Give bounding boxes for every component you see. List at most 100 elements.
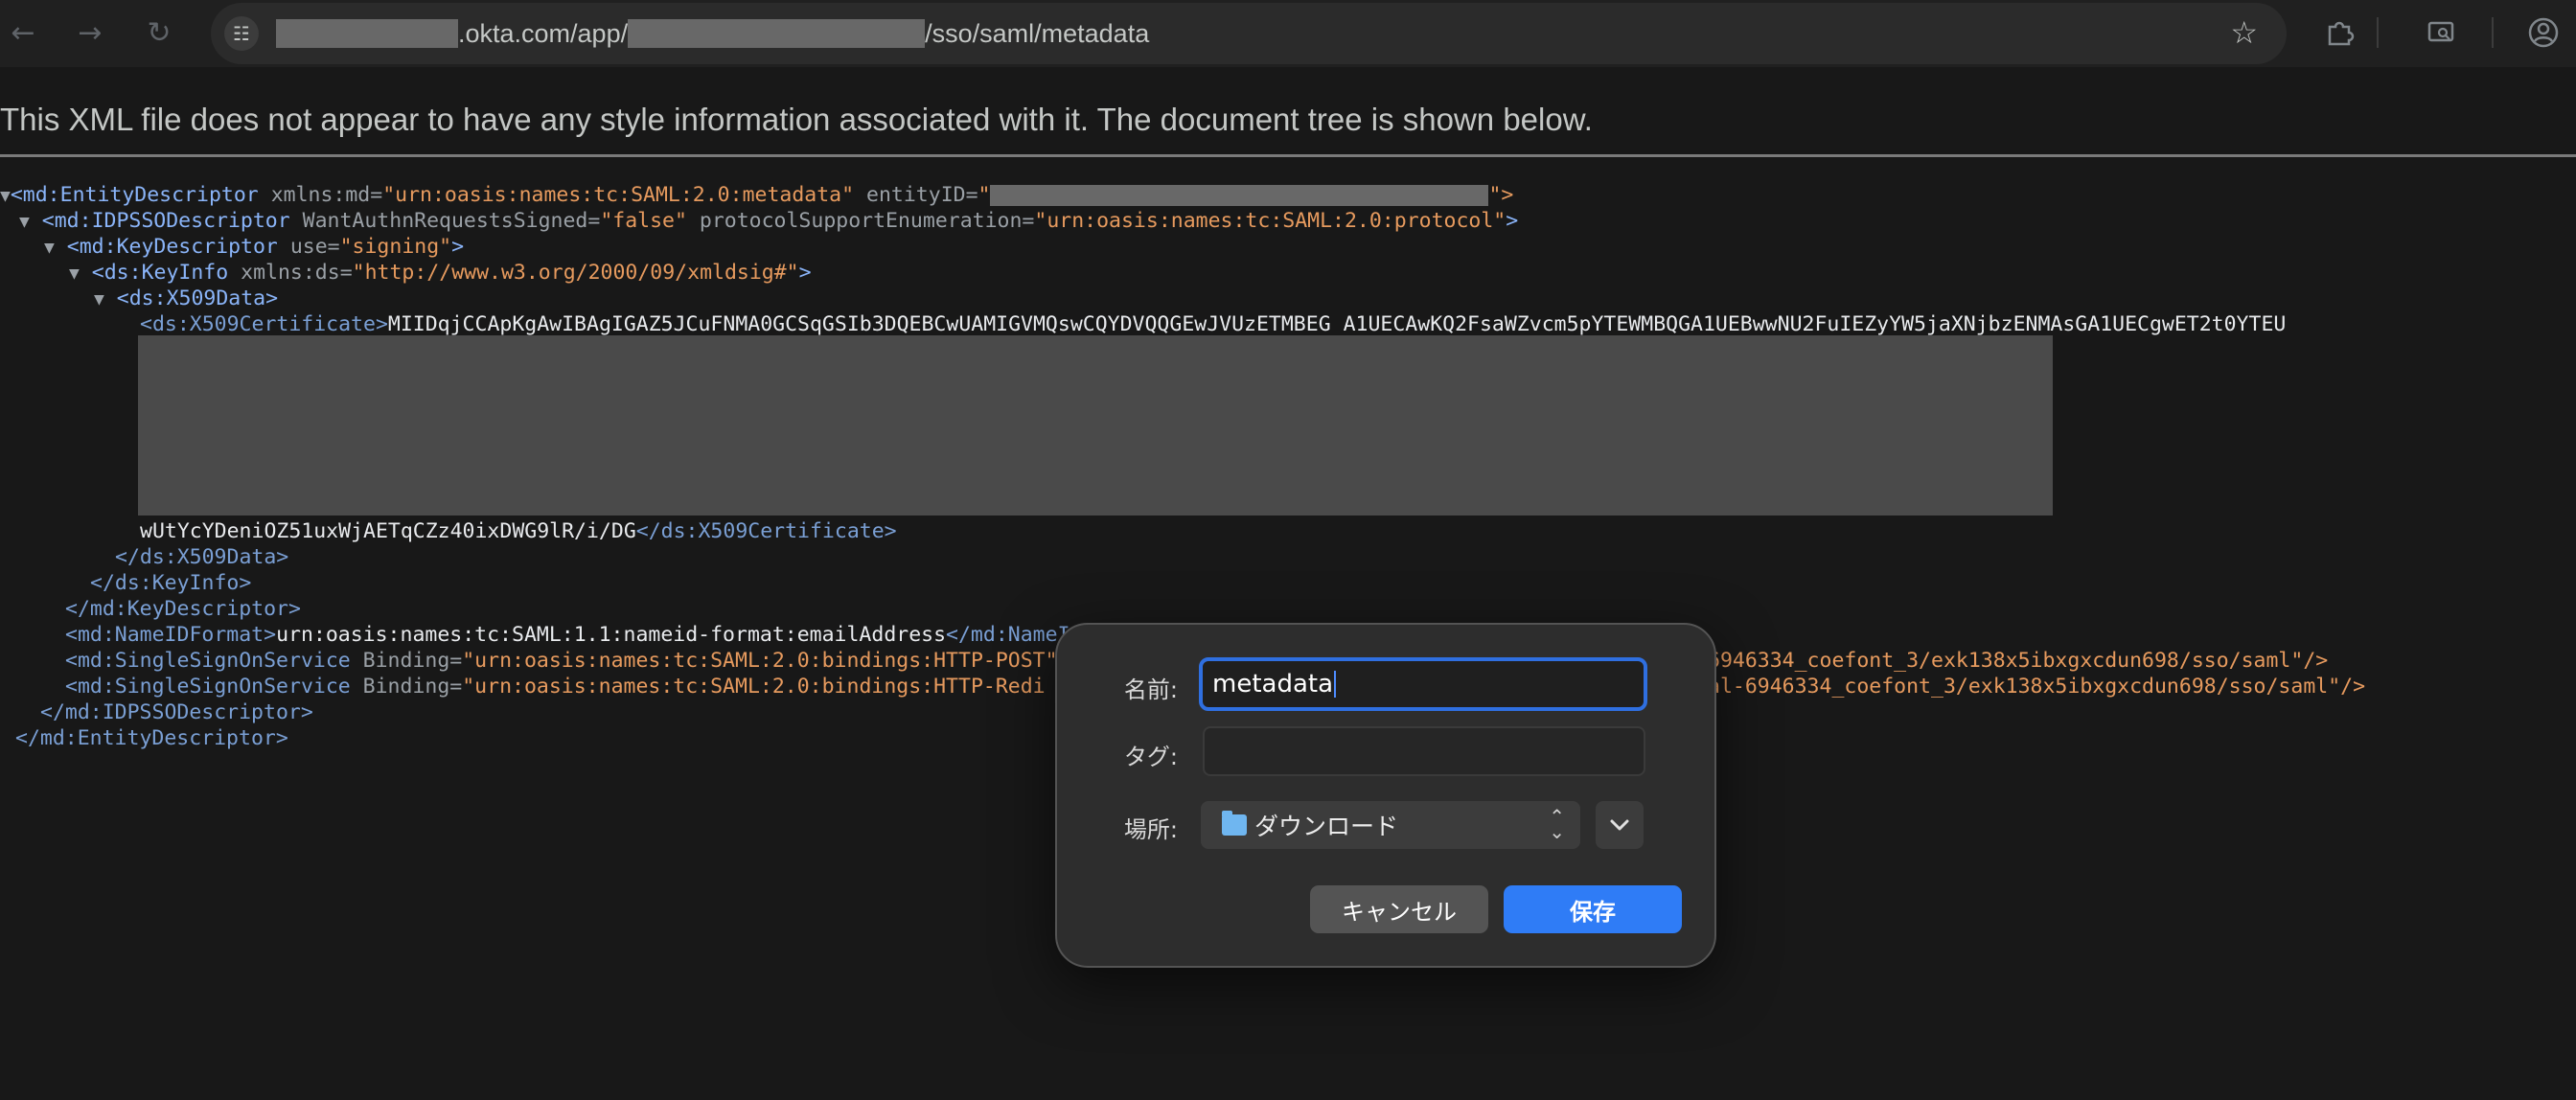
- xml-line: <ds:X509Certificate>MIIDqjCCApKgAwIBAgIG…: [140, 311, 2286, 337]
- xml-tag: <ds:X509Certificate>: [140, 312, 388, 336]
- xml-line: <md:NameIDFormat>urn:oasis:names:tc:SAML…: [65, 622, 1070, 648]
- xml-tag: <md:IDPSSODescriptor: [41, 209, 290, 233]
- xml-line: </md:KeyDescriptor>: [65, 596, 301, 622]
- folder-icon: [1222, 811, 1247, 836]
- xml-style-notice: This XML file does not appear to have an…: [0, 102, 1593, 137]
- xml-line: ▼ <ds:X509Data>: [94, 286, 278, 311]
- xml-tag: </ds:KeyInfo>: [90, 571, 252, 595]
- xml-line: wUtYcYDeniOZ51uxWjAETqCZz40ixDWG9lR/i/DG…: [140, 518, 897, 544]
- xml-tag: <md:KeyDescriptor: [66, 235, 278, 259]
- collapse-triangle-icon[interactable]: ▼: [0, 186, 11, 206]
- xml-value: "urn:oasis:names:tc:SAML:2.0:bindings:HT…: [462, 675, 1046, 699]
- xml-value: "signing": [339, 235, 452, 259]
- xml-value: "false": [600, 209, 687, 233]
- url-path: /sso/saml/metadata: [925, 18, 1150, 48]
- arrow-right-icon[interactable]: →: [71, 15, 109, 50]
- collapse-triangle-icon[interactable]: ▼: [19, 212, 30, 232]
- xml-value: "urn:oasis:names:tc:SAML:2.0:bindings:HT…: [462, 649, 1058, 673]
- xml-tag: </ds:X509Data>: [115, 545, 289, 569]
- text-caret: [1334, 671, 1337, 698]
- xml-attr: use=: [289, 235, 340, 259]
- certificate-text: MIIDqjCCApKgAwIBAgIGAZ5JCuFNMA0GCSqGSIb3…: [387, 312, 2287, 336]
- chevron-down-icon: [1610, 819, 1629, 831]
- xml-line: <md:SingleSignOnService Binding="urn:oas…: [65, 648, 1058, 674]
- xml-attr: WantAuthnRequestsSigned=: [302, 209, 601, 233]
- xml-line: <md:SingleSignOnService Binding="urn:oas…: [65, 674, 1046, 699]
- xml-tag: </md:EntityDescriptor>: [15, 726, 288, 750]
- xml-tag: <md:SingleSignOnService: [65, 675, 351, 699]
- expand-dialog-button[interactable]: [1596, 801, 1644, 849]
- xml-line: ▼ <md:KeyDescriptor use="signing">: [44, 234, 464, 260]
- browser-toolbar: ← → ↻ ☷ .okta.com/app/ /sso/saml/metadat…: [0, 0, 2576, 67]
- cast-search-icon[interactable]: [2422, 13, 2460, 52]
- collapse-triangle-icon[interactable]: ▼: [69, 264, 80, 284]
- certificate-text: wUtYcYDeniOZ51uxWjAETqCZz40ixDWG9lR/i/DG: [140, 519, 636, 543]
- xml-tag: <md:NameIDFormat>: [65, 623, 277, 647]
- xml-tag: >: [451, 235, 465, 259]
- xml-attr: protocolSupportEnumeration=: [699, 209, 1035, 233]
- xml-value: ">: [1488, 183, 1514, 207]
- xml-value: al-6946334_coefont_3/exk138x5ibxgxcdun69…: [1708, 675, 2366, 699]
- xml-tag: </md:IDPSSODescriptor>: [40, 700, 313, 724]
- cancel-button[interactable]: キャンセル: [1310, 885, 1488, 933]
- toolbar-divider: [2377, 17, 2379, 48]
- xml-attr: Binding=: [362, 675, 463, 699]
- xml-attr: Binding=: [362, 649, 463, 673]
- xml-attr: entityID=: [866, 183, 978, 207]
- xml-line: ▼<md:EntityDescriptor xmlns:md="urn:oasi…: [0, 182, 1513, 208]
- toolbar-divider: [2492, 17, 2494, 48]
- address-bar[interactable]: ☷ .okta.com/app/ /sso/saml/metadata ☆: [211, 3, 2287, 64]
- xml-tag: <md:EntityDescriptor: [10, 183, 259, 207]
- location-value: ダウンロード: [1254, 813, 1399, 840]
- tune-icon[interactable]: ☷: [224, 16, 259, 51]
- filename-input[interactable]: metadata: [1199, 657, 1647, 711]
- xml-line: </md:IDPSSODescriptor>: [40, 699, 313, 725]
- filename-value: metadata: [1212, 670, 1334, 699]
- url-domain: .okta.com/app/: [458, 18, 629, 48]
- collapse-triangle-icon[interactable]: ▼: [94, 289, 104, 309]
- location-select[interactable]: ダウンロード ⌃ ⌄: [1201, 801, 1580, 849]
- xml-line: </ds:X509Data>: [115, 544, 288, 570]
- xml-tag: <ds:X509Data>: [116, 286, 279, 310]
- save-button[interactable]: 保存: [1504, 885, 1682, 933]
- arrow-left-icon[interactable]: ←: [4, 15, 42, 50]
- star-icon[interactable]: ☆: [2230, 14, 2258, 51]
- xml-tag: >: [1506, 209, 1519, 233]
- xml-value: "urn:oasis:names:tc:SAML:2.0:protocol": [1034, 209, 1506, 233]
- xml-line: ▼ <ds:KeyInfo xmlns:ds="http://www.w3.or…: [69, 260, 812, 286]
- collapse-triangle-icon[interactable]: ▼: [44, 238, 55, 258]
- tags-input[interactable]: [1203, 726, 1645, 776]
- xml-value: ": [978, 183, 991, 207]
- redacted-subdomain: [276, 19, 458, 48]
- redacted-entity-id: [990, 185, 1489, 206]
- xml-value: "urn:oasis:names:tc:SAML:2.0:metadata": [382, 183, 855, 207]
- xml-line: </ds:KeyInfo>: [90, 570, 251, 596]
- notice-divider: [0, 154, 2576, 157]
- xml-attr: xmlns:ds=: [241, 261, 353, 285]
- redacted-certificate-block: [138, 335, 2053, 516]
- xml-line: al-6946334_coefont_3/exk138x5ibxgxcdun69…: [1708, 674, 2365, 699]
- xml-tag: </md:KeyDescriptor>: [65, 597, 301, 621]
- name-label: 名前:: [1123, 676, 1178, 703]
- location-label: 場所:: [1123, 816, 1178, 843]
- xml-value: "http://www.w3.org/2000/09/xmldsig#": [352, 261, 799, 285]
- tags-label: タグ:: [1123, 744, 1178, 770]
- xml-tag: </ds:X509Certificate>: [635, 519, 897, 543]
- redacted-app-path: [628, 19, 926, 48]
- xml-value: 6946334_coefont_3/exk138x5ibxgxcdun698/s…: [1708, 649, 2329, 673]
- xml-tag: <ds:KeyInfo: [91, 261, 229, 285]
- xml-line: ▼ <md:IDPSSODescriptor WantAuthnRequests…: [19, 208, 1518, 234]
- xml-document-tree: ▼<md:EntityDescriptor xmlns:md="urn:oasi…: [0, 182, 2365, 932]
- xml-tag: </md:NameI: [946, 623, 1070, 647]
- xml-text: urn:oasis:names:tc:SAML:1.1:nameid-forma…: [276, 623, 947, 647]
- xml-tag: >: [798, 261, 812, 285]
- xml-line: </md:EntityDescriptor>: [15, 725, 288, 751]
- save-dialog: 名前: metadata タグ: 場所: ダウンロード ⌃ ⌄ キャンセル 保存: [1055, 623, 1716, 968]
- puzzle-icon[interactable]: [2320, 13, 2358, 52]
- account-icon[interactable]: [2524, 13, 2563, 52]
- url-text[interactable]: .okta.com/app/ /sso/saml/metadata: [276, 16, 1149, 51]
- reload-icon[interactable]: ↻: [140, 15, 178, 50]
- xml-line: 6946334_coefont_3/exk138x5ibxgxcdun698/s…: [1708, 648, 2328, 674]
- xml-attr: xmlns:md=: [270, 183, 383, 207]
- chevron-updown-icon: ⌃ ⌄: [1549, 805, 1565, 843]
